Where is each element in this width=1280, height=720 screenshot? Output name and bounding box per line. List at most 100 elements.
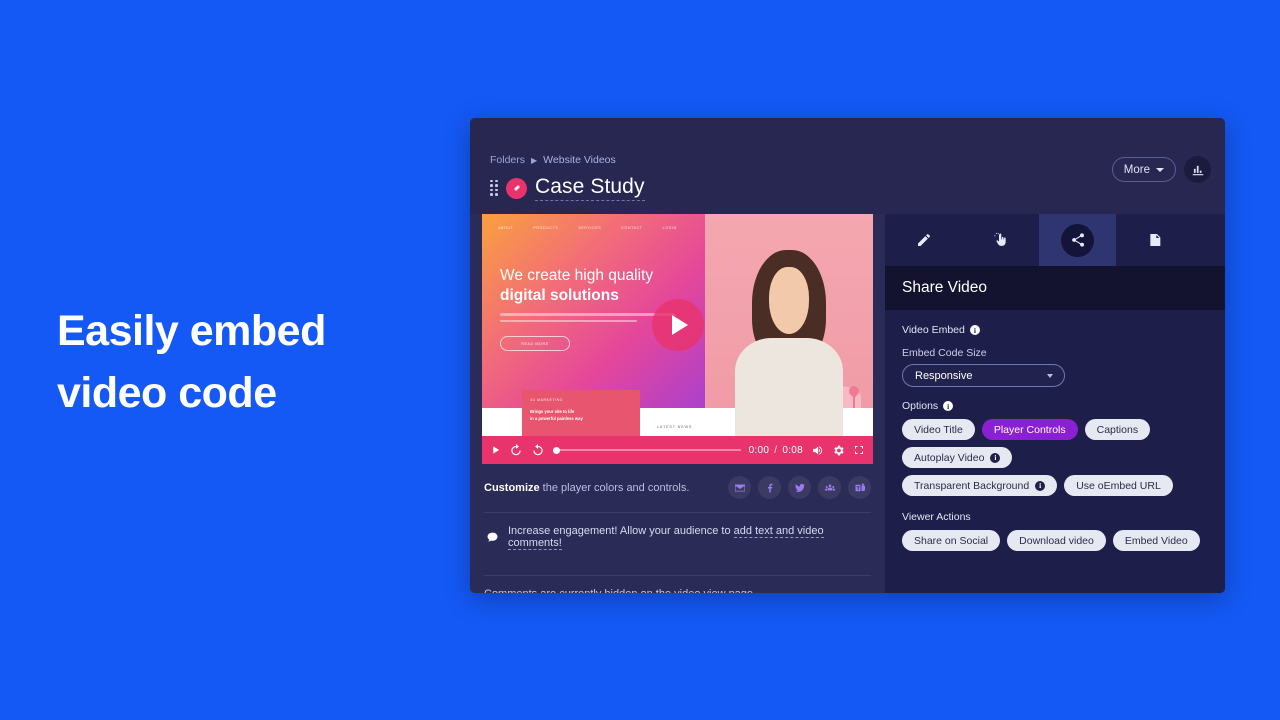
forward-10-icon[interactable] bbox=[531, 443, 545, 457]
player-controls-bar: 0:00 / 0:08 bbox=[482, 436, 873, 464]
thumbnail-latest-news: LATEST NEWS bbox=[657, 425, 693, 429]
tab-share[interactable] bbox=[1039, 214, 1116, 266]
option-label: Transparent Background bbox=[914, 479, 1030, 492]
thumbnail-heading-line1: We create high quality bbox=[500, 267, 654, 284]
social-share-icons bbox=[728, 476, 871, 499]
group-icon[interactable] bbox=[818, 476, 841, 499]
fullscreen-icon[interactable] bbox=[853, 444, 865, 456]
option-label: Player Controls bbox=[993, 423, 1066, 436]
embed-size-select[interactable]: Responsive bbox=[902, 364, 1065, 387]
more-button-label: More bbox=[1123, 163, 1150, 176]
gear-icon[interactable] bbox=[832, 444, 845, 457]
progress-handle[interactable] bbox=[553, 446, 560, 454]
progress-track bbox=[559, 449, 741, 451]
tab-more[interactable] bbox=[1193, 214, 1225, 266]
volume-icon[interactable] bbox=[811, 444, 824, 457]
teams-icon[interactable] bbox=[848, 476, 871, 499]
thumbnail-heading: We create high quality digital solutions bbox=[500, 266, 653, 306]
app-body: ABOUT PRODUCTS SERVICES CONTACT LOGIN We… bbox=[470, 214, 1225, 593]
thumbnail-nav-item: LOGIN bbox=[662, 226, 677, 230]
option-player-controls[interactable]: Player Controls bbox=[981, 419, 1078, 440]
option-video-title[interactable]: Video Title bbox=[902, 419, 975, 440]
play-icon[interactable] bbox=[651, 299, 704, 351]
thumbnail-nav-item: SERVICES bbox=[578, 226, 602, 230]
info-icon[interactable]: i bbox=[943, 401, 954, 411]
info-icon[interactable]: i bbox=[1035, 480, 1046, 491]
rewind-10-icon[interactable] bbox=[509, 443, 523, 457]
video-embed-label-row: Video Embed i bbox=[902, 324, 1208, 336]
more-tab-icon bbox=[1215, 224, 1225, 257]
grip-dots-icon[interactable] bbox=[490, 179, 498, 197]
option-captions[interactable]: Captions bbox=[1084, 419, 1151, 440]
thumbnail-cta-button: READ MORE bbox=[500, 336, 570, 351]
option-label: Video Title bbox=[914, 423, 963, 436]
tab-interactive[interactable] bbox=[962, 214, 1039, 266]
share-nodes-icon bbox=[1061, 223, 1094, 257]
promo-headline-line2: video code bbox=[57, 369, 277, 418]
thumbnail-nav-item: PRODUCTS bbox=[533, 226, 559, 230]
chevron-down-icon bbox=[1047, 373, 1053, 378]
time-separator: / bbox=[774, 444, 778, 456]
options-row-2: Autoplay Video i bbox=[902, 447, 1208, 468]
option-transparent-background[interactable]: Transparent Background i bbox=[902, 475, 1058, 496]
viewer-action-share-on-social[interactable]: Share on Social bbox=[902, 530, 1001, 551]
options-label-row: Options i bbox=[902, 400, 1208, 412]
thumbnail-card-line1: Brings your site to life bbox=[530, 409, 575, 414]
comment-bubble-icon bbox=[486, 531, 499, 544]
viewer-actions-row: Share on Social Download video Embed Vid… bbox=[902, 530, 1208, 551]
viewer-action-label: Share on Social bbox=[914, 534, 989, 547]
progress-scrubber[interactable] bbox=[553, 443, 741, 457]
panel-tabs bbox=[885, 214, 1225, 266]
options-label: Options bbox=[902, 400, 939, 412]
thumbnail-nav-item: ABOUT bbox=[498, 226, 514, 230]
play-icon[interactable] bbox=[490, 444, 501, 456]
viewer-actions-label: Viewer Actions bbox=[902, 511, 971, 523]
option-autoplay-video[interactable]: Autoplay Video i bbox=[902, 447, 1013, 468]
info-icon[interactable]: i bbox=[969, 325, 980, 335]
embed-size-value: Responsive bbox=[915, 369, 973, 382]
breadcrumb-root[interactable]: Folders bbox=[490, 154, 525, 166]
customize-rest: the player colors and controls. bbox=[539, 481, 690, 494]
promo-headline: Easily embed video code bbox=[57, 300, 457, 425]
analytics-chart-icon[interactable] bbox=[1184, 156, 1211, 183]
app-header: Folders ▶ Website Videos Case Study More bbox=[470, 118, 1225, 214]
more-button[interactable]: More bbox=[1111, 157, 1176, 182]
thumbnail-paragraph bbox=[500, 313, 675, 326]
viewer-action-label: Download video bbox=[1019, 534, 1094, 547]
share-panel: Share Video Video Embed i Embed Code Siz… bbox=[885, 214, 1225, 593]
tab-notes[interactable] bbox=[1116, 214, 1193, 266]
customize-link[interactable]: Customize bbox=[484, 482, 540, 494]
viewer-action-download-video[interactable]: Download video bbox=[1007, 530, 1106, 551]
tab-edit[interactable] bbox=[885, 214, 962, 266]
thumbnail-nav-item: CONTACT bbox=[621, 226, 643, 230]
page-title[interactable]: Case Study bbox=[535, 175, 645, 201]
viewer-action-label: Embed Video bbox=[1124, 534, 1188, 547]
share-panel-header: Share Video bbox=[885, 266, 1225, 310]
video-thumbnail[interactable]: ABOUT PRODUCTS SERVICES CONTACT LOGIN We… bbox=[482, 214, 873, 436]
thumbnail-person bbox=[705, 214, 873, 436]
viewer-action-embed-video[interactable]: Embed Video bbox=[1112, 530, 1200, 551]
note-page-icon bbox=[1138, 224, 1171, 257]
breadcrumb-current[interactable]: Website Videos bbox=[543, 154, 616, 166]
link-chain-icon[interactable] bbox=[506, 177, 527, 199]
breadcrumb-separator-icon: ▶ bbox=[531, 155, 538, 165]
email-icon[interactable] bbox=[728, 476, 751, 499]
option-label: Use oEmbed URL bbox=[1076, 479, 1161, 492]
thumbnail-heading-line2: digital solutions bbox=[500, 286, 619, 304]
thumbnail-card: 4U MARKETING Brings your site to life in… bbox=[522, 390, 640, 436]
video-embed-label: Video Embed bbox=[902, 324, 965, 336]
hand-click-icon bbox=[984, 224, 1017, 257]
twitter-icon[interactable] bbox=[788, 476, 811, 499]
options-row-3: Transparent Background i Use oEmbed URL bbox=[902, 475, 1208, 496]
player-column: ABOUT PRODUCTS SERVICES CONTACT LOGIN We… bbox=[470, 214, 885, 593]
option-use-oembed-url[interactable]: Use oEmbed URL bbox=[1064, 475, 1173, 496]
option-label: Autoplay Video bbox=[914, 451, 985, 464]
facebook-icon[interactable] bbox=[758, 476, 781, 499]
time-display: 0:00 / 0:08 bbox=[749, 445, 803, 456]
share-panel-body: Video Embed i Embed Code Size Responsive… bbox=[885, 310, 1225, 593]
header-actions: More bbox=[1111, 156, 1211, 183]
duration: 0:08 bbox=[782, 444, 803, 456]
share-panel-title: Share Video bbox=[902, 279, 988, 296]
customize-text: Customize the player colors and controls… bbox=[484, 482, 689, 494]
info-icon[interactable]: i bbox=[990, 452, 1001, 463]
